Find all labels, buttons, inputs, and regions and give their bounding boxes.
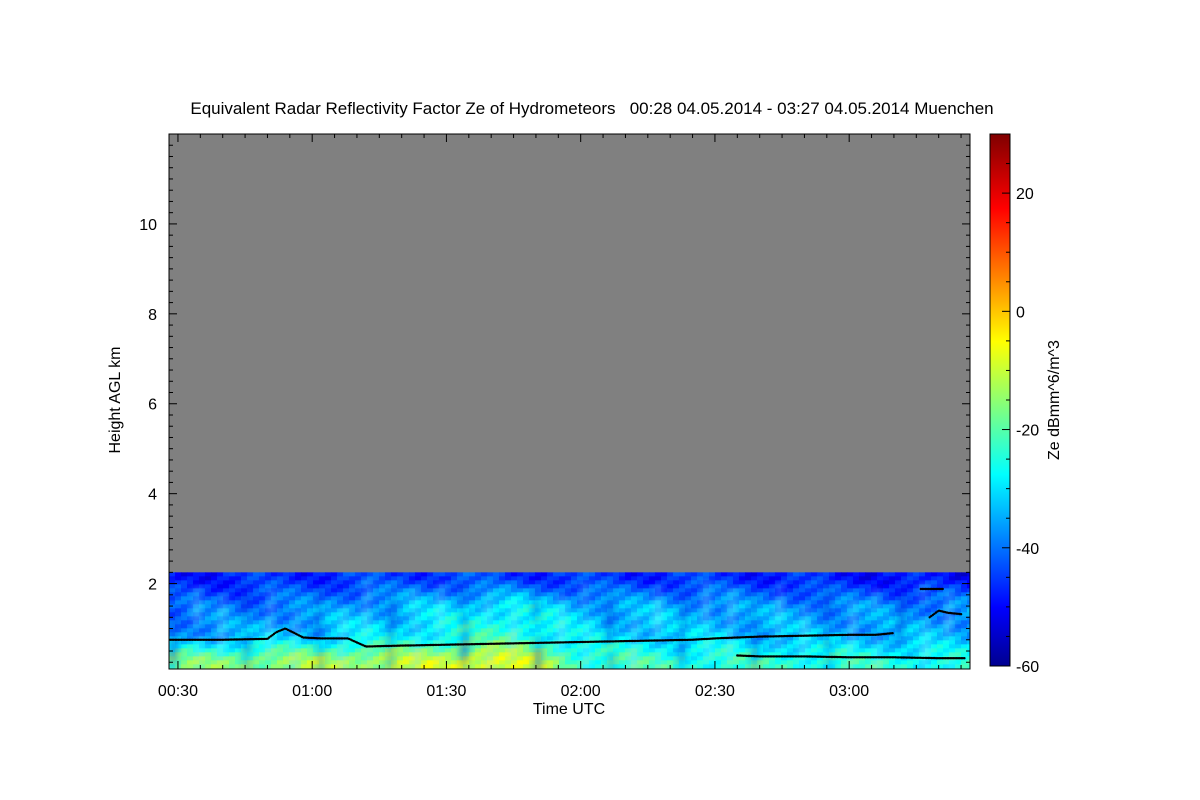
cloud-base-line-2 (919, 587, 944, 591)
x-tick-label: 00:30 (158, 683, 198, 700)
colorbar-tick-label: 0 (1016, 304, 1025, 321)
y-tick-label: 2 (148, 577, 157, 594)
x-tick-label: 01:00 (292, 683, 332, 700)
x-axis-label: Time UTC (533, 701, 605, 718)
cloud-base-point (963, 657, 966, 660)
colorbar: 20 0 -20 -40 -60 Ze dBmm^6/m^3 (989, 133, 1063, 676)
x-tick-label: 02:30 (695, 683, 735, 700)
chart-title: Equivalent Radar Reflectivity Factor Ze … (190, 99, 993, 118)
colorbar-tick-label: -40 (1016, 541, 1039, 558)
x-tick-label: 03:00 (829, 683, 869, 700)
x-tick-label: 01:30 (426, 683, 466, 700)
colorbar-tick-label: 20 (1016, 186, 1034, 203)
y-tick-label: 10 (139, 217, 157, 234)
colorbar-tick-label: -20 (1016, 423, 1039, 440)
radar-reflectivity-chart: Equivalent Radar Reflectivity Factor Ze … (107, 99, 1063, 718)
plot-area (169, 134, 970, 669)
cloud-base-point (891, 632, 894, 635)
cloud-base-point (959, 613, 963, 616)
colorbar-label: Ze dBmm^6/m^3 (1046, 340, 1063, 460)
y-tick-label: 6 (148, 397, 157, 414)
y-axis-label: Height AGL km (107, 346, 124, 453)
y-tick-label: 8 (148, 307, 157, 324)
x-tick-label: 02:00 (561, 683, 601, 700)
colorbar-tick-label: -60 (1016, 659, 1039, 676)
y-tick-label: 4 (148, 487, 157, 504)
cloud-base-point (941, 587, 944, 591)
